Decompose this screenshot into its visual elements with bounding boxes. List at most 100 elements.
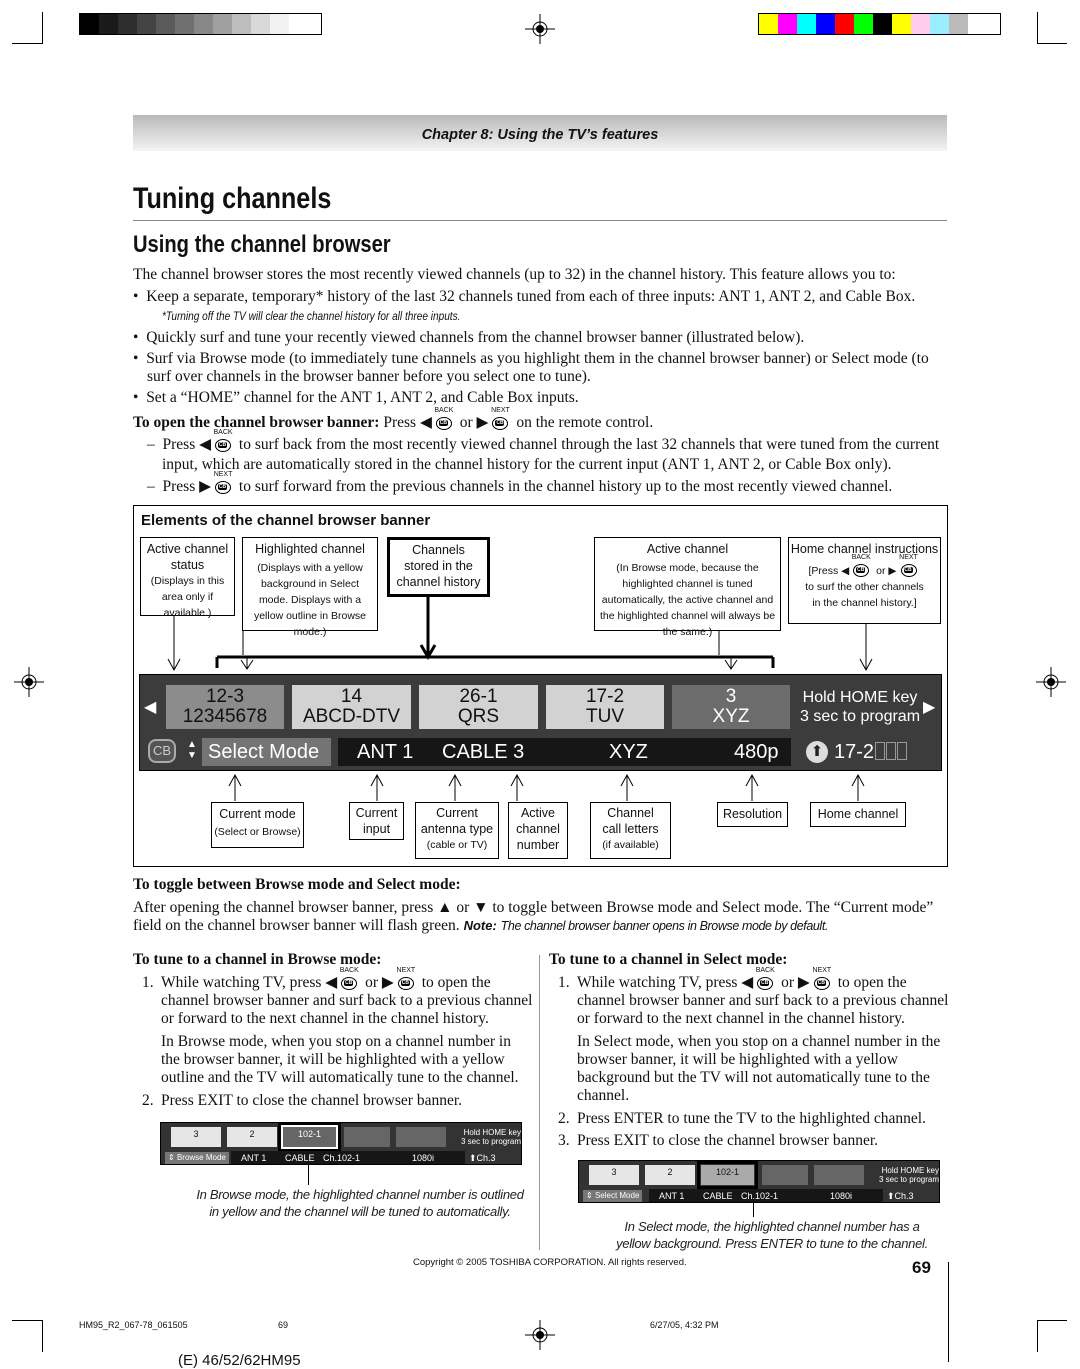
mini-tile: 3 xyxy=(171,1127,221,1147)
callout-note: (Displays in this area only if available… xyxy=(150,575,225,619)
color-swatch xyxy=(156,14,175,34)
chapter-header: Chapter 8: Using the TV’s features xyxy=(133,115,947,151)
channel-tile[interactable]: 17-2 TUV xyxy=(546,685,664,729)
right-arrow-icon[interactable]: ▶ xyxy=(923,697,935,717)
callout-highlighted-channel: Highlighted channel (Displays with a yell… xyxy=(242,537,378,638)
registration-mark-icon xyxy=(525,1320,555,1350)
color-swatch xyxy=(99,14,118,34)
next-key-icon: NEXT CB xyxy=(899,554,919,577)
color-swatch xyxy=(137,14,156,34)
left-arrow-icon[interactable]: ◀ xyxy=(144,697,156,717)
callout-resolution: Resolution xyxy=(717,802,788,827)
key-label: CB xyxy=(856,567,866,573)
mini-tile-highlighted: 102-1 xyxy=(278,1122,341,1152)
key-label: NEXT xyxy=(396,967,416,974)
bullet: • Quickly surf and tune your recently vi… xyxy=(133,329,805,346)
current-mode[interactable]: Select Mode xyxy=(202,738,331,766)
mini-home-hint: Hold HOME key 3 sec to program xyxy=(867,1166,939,1184)
back-key-icon: BACK CB xyxy=(755,967,775,990)
mini-channel: Ch.102-1 xyxy=(323,1153,361,1163)
color-swatch xyxy=(854,14,873,34)
dash-item-continued: input, which are automatically stored in… xyxy=(162,456,892,473)
color-swatch xyxy=(80,14,99,34)
channel-number: 26-1 xyxy=(459,686,498,707)
mini-tile: 3 xyxy=(589,1165,639,1185)
crop-mark xyxy=(1037,1320,1038,1352)
color-bar xyxy=(758,13,1001,35)
color-swatch xyxy=(289,14,308,34)
mini-input: ANT 1 xyxy=(659,1191,685,1201)
callout-call-letters: Channel call letters (if available) xyxy=(590,802,671,859)
open-instructions: To open the channel browser banner: Pres… xyxy=(133,407,945,432)
text: Press ◀ xyxy=(383,414,432,431)
key-label: CB xyxy=(816,980,826,986)
channel-number: 14 xyxy=(340,686,363,707)
color-swatch xyxy=(270,14,289,34)
text: or ▶ xyxy=(781,974,810,991)
callout-note: (if available) xyxy=(602,839,659,851)
home-channel-number: 17-2 xyxy=(834,741,875,763)
bullet: • Set a “HOME” channel for the ANT 1, AN… xyxy=(133,389,579,406)
mini-tile xyxy=(762,1165,808,1185)
callout-antenna-type: Current antenna type (cable or TV) xyxy=(415,802,499,859)
mini-mode: ⇕ Select Mode xyxy=(583,1190,643,1202)
channel-number: 12-3 xyxy=(205,686,245,707)
up-down-arrow-icon[interactable]: ▲ ▼ xyxy=(187,739,197,761)
text: or ▶ xyxy=(459,414,489,431)
key-label: CB xyxy=(218,484,228,490)
key-label: BACK xyxy=(434,407,454,414)
channel-name: TUV xyxy=(586,706,624,727)
step-1: 1. While watching TV, press ◀ BACK CB or ▶ N… xyxy=(558,967,949,1027)
crop-mark xyxy=(12,43,42,44)
cb-status-icon: CB xyxy=(148,739,176,763)
crop-mark xyxy=(42,1320,43,1352)
mini-tile: 2 xyxy=(645,1165,695,1185)
key-label: CB xyxy=(903,567,913,573)
callout-active-channel-status: Active channel status (Displays in this a… xyxy=(140,537,235,619)
key-label: BACK xyxy=(755,967,775,974)
mini-tile-highlighted: 102-1 xyxy=(697,1161,758,1189)
footer-model: (E) 46/52/62HM95 xyxy=(178,1352,301,1369)
step-3: 3. Press EXIT to close the channel browse… xyxy=(558,1132,879,1149)
antenna-type: CABLE 3 xyxy=(442,741,525,763)
section-heading: To tune to a channel in Select mode: xyxy=(549,951,788,968)
channel-tile-highlighted[interactable]: 3 XYZ xyxy=(672,685,790,729)
select-mode-section: To tune to a channel in Select mode: 1. W… xyxy=(549,951,949,1150)
mini-banner-select: 3 2 102-1 Hold HOME key 3 sec to program … xyxy=(578,1160,940,1203)
text: 3 sec to program xyxy=(799,708,921,725)
mini-tile xyxy=(814,1165,864,1185)
next-key-icon: NEXT CB xyxy=(213,471,233,494)
channel-number: 17-2 xyxy=(585,686,625,707)
dash-item: – Press ▶ NEXT CB to surf forward from the… xyxy=(147,471,893,495)
color-swatch xyxy=(175,14,194,34)
channel-tile[interactable]: 14 ABCD-DTV xyxy=(292,685,411,729)
step-2: 2. Press EXIT to close the channel browse… xyxy=(142,1092,463,1109)
column-divider xyxy=(539,955,540,1250)
text: Hold HOME key xyxy=(463,1128,521,1137)
callout-channels-stored: Channels stored in the channel history xyxy=(387,537,490,597)
channel-tile-active[interactable]: 12-3 12345678 xyxy=(166,685,284,729)
channel-tile[interactable]: 26-1 QRS xyxy=(419,685,538,729)
toggle-heading: To toggle between Browse mode and Select… xyxy=(133,876,461,893)
color-swatch xyxy=(213,14,232,34)
page-number: 69 xyxy=(912,1258,931,1277)
color-swatch xyxy=(873,14,892,34)
intro-text: The channel browser stores the most rece… xyxy=(133,266,896,283)
text: Press EXIT to close the channel browser … xyxy=(161,1092,463,1109)
callout-active-channel-number: Active channel number xyxy=(508,802,568,859)
mini-antenna: CABLE xyxy=(703,1191,733,1201)
callout-note: (In Browse mode, because the highlighted… xyxy=(599,562,776,638)
bullet-text: Keep a separate, temporary* history of t… xyxy=(146,288,916,305)
key-label: NEXT xyxy=(213,471,233,478)
key-label: CB xyxy=(495,420,505,426)
mini-input: ANT 1 xyxy=(241,1153,267,1163)
mini-antenna: CABLE xyxy=(285,1153,315,1163)
channel-name: QRS xyxy=(457,706,500,727)
key-label: NEXT xyxy=(812,967,832,974)
text: or ▶ xyxy=(876,565,897,577)
footer-date: 6/27/05, 4:32 PM xyxy=(650,1320,719,1330)
text: Browse Mode xyxy=(176,1153,226,1162)
text: or ▶ xyxy=(365,974,394,991)
callout-title: Highlighted channel xyxy=(255,542,365,556)
mini-resolution: 1080i xyxy=(830,1191,853,1201)
